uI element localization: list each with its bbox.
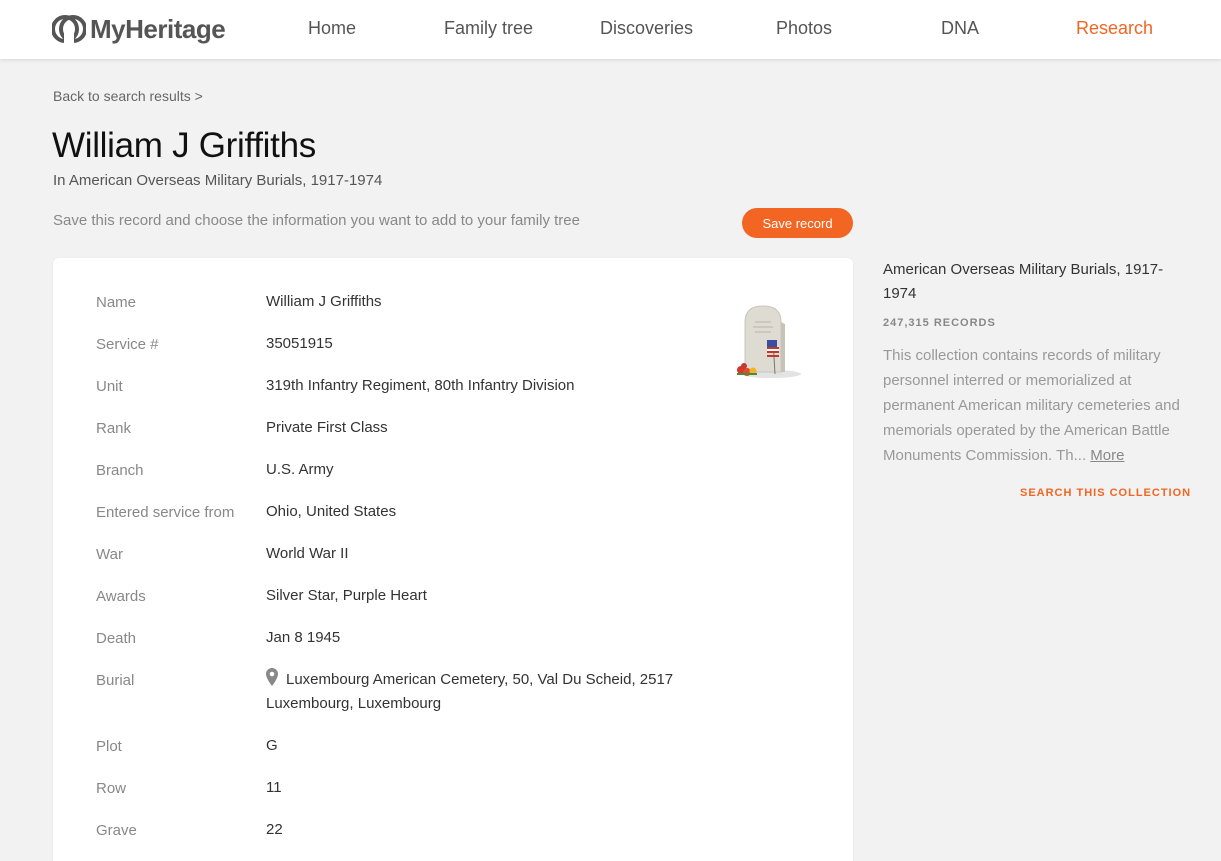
field-label: Unit xyxy=(96,378,123,395)
myheritage-logo-icon xyxy=(52,15,86,44)
collection-description-text: This collection contains records of mili… xyxy=(883,347,1180,464)
field-value: 35051915 xyxy=(266,335,333,352)
field-label: Plot xyxy=(96,738,122,755)
nav-research[interactable]: Research xyxy=(1076,18,1153,39)
save-record-button[interactable]: Save record xyxy=(742,208,853,238)
more-link[interactable]: More xyxy=(1090,447,1124,464)
collection-subtitle: In American Overseas Military Burials, 1… xyxy=(53,172,383,189)
field-value: Jan 8 1945 xyxy=(266,629,341,646)
burial-location-text: Luxembourg American Cemetery, 50, Val Du… xyxy=(266,671,674,712)
field-label: Entered service from xyxy=(96,504,235,521)
nav-dna[interactable]: DNA xyxy=(941,18,979,39)
nav-family-tree[interactable]: Family tree xyxy=(444,18,533,39)
field-label: Service # xyxy=(96,336,159,353)
field-value: 22 xyxy=(266,821,283,838)
field-value: 11 xyxy=(266,779,282,796)
field-label: Death xyxy=(96,630,137,647)
sidebar-record-count: 247,315 RECORDS xyxy=(883,317,996,329)
nav-home[interactable]: Home xyxy=(308,18,356,39)
field-label: Awards xyxy=(96,588,146,605)
sidebar-collection-description: This collection contains records of mili… xyxy=(883,343,1195,468)
field-value: Luxembourg American Cemetery, 50, Val Du… xyxy=(266,668,706,716)
sidebar-collection-title[interactable]: American Overseas Military Burials, 1917… xyxy=(883,258,1193,306)
field-label: Burial xyxy=(96,672,135,689)
field-label: Row xyxy=(96,780,127,797)
location-pin-icon xyxy=(266,668,278,686)
field-label: Rank xyxy=(96,420,132,437)
field-value: Silver Star, Purple Heart xyxy=(266,587,427,604)
field-value: U.S. Army xyxy=(266,461,334,478)
field-label: Branch xyxy=(96,462,144,479)
myheritage-logo[interactable]: MyHeritage xyxy=(52,12,226,46)
page-title: William J Griffiths xyxy=(52,126,316,165)
field-value: William J Griffiths xyxy=(266,293,382,310)
record-details-card: Name William J Griffiths Service # 35051… xyxy=(53,258,853,861)
field-value: G xyxy=(266,737,278,754)
top-navigation-bar: MyHeritage Home Family tree Discoveries … xyxy=(0,0,1221,59)
nav-discoveries[interactable]: Discoveries xyxy=(600,18,693,39)
field-value: Ohio, United States xyxy=(266,503,397,520)
back-to-search-results-link[interactable]: Back to search results > xyxy=(53,88,203,104)
field-label: War xyxy=(96,546,123,563)
search-this-collection-link[interactable]: SEARCH THIS COLLECTION xyxy=(1020,487,1191,499)
logo-text: MyHeritage xyxy=(90,13,226,44)
field-value: Private First Class xyxy=(266,419,388,436)
field-label: Name xyxy=(96,294,137,311)
field-value: 319th Infantry Regiment, 80th Infantry D… xyxy=(266,377,575,394)
nav-photos[interactable]: Photos xyxy=(776,18,832,39)
headstone-icon xyxy=(737,305,801,378)
field-value: World War II xyxy=(266,545,349,562)
save-hint-text: Save this record and choose the informat… xyxy=(53,212,580,229)
field-label: Grave xyxy=(96,822,137,839)
